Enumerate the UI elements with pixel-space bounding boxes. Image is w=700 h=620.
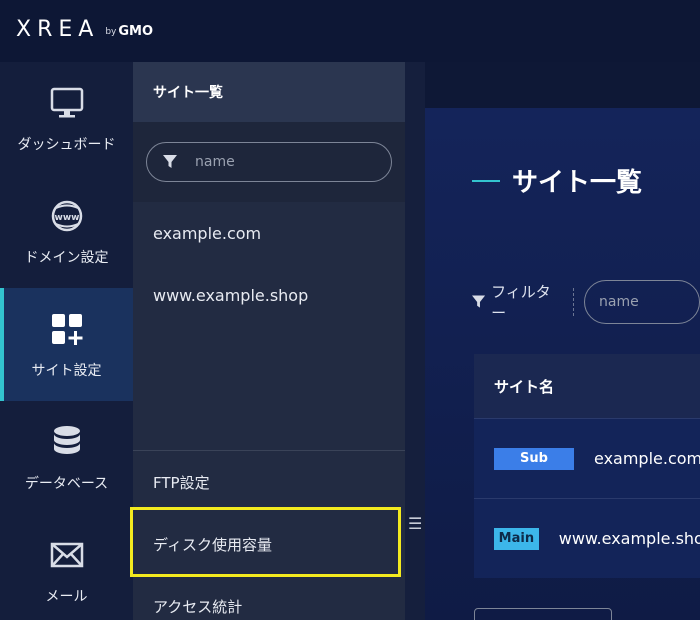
page-title: サイト一覧 [472, 162, 642, 199]
filter-icon [472, 295, 486, 308]
row-domain[interactable]: www.example.shop [559, 529, 700, 548]
nav-label-dashboard: ダッシュボード [17, 137, 116, 153]
xrea-logo[interactable]: XREA by GMO [16, 16, 153, 44]
nav-label-site-settings: サイト設定 [31, 363, 102, 379]
site-list-item[interactable]: www.example.shop [133, 264, 405, 326]
top-bar: XREA by GMO [0, 0, 700, 62]
monitor-icon [50, 86, 84, 120]
database-icon [50, 425, 84, 459]
site-add-icon [50, 312, 84, 346]
subpanel-search[interactable] [146, 142, 392, 182]
panel-collapse-handle[interactable]: ☰ [405, 62, 425, 620]
table-row[interactable]: Sub example.com [474, 418, 700, 498]
nav-label-mail: メール [45, 589, 88, 605]
row-domain[interactable]: example.com [594, 449, 700, 468]
www-globe-icon: www [50, 199, 84, 233]
filter-row: フィルター [472, 280, 700, 324]
menu-item-access-stats[interactable]: アクセス統計 [133, 575, 405, 620]
logo-gmo-text: GMO [118, 24, 154, 39]
nav-item-dashboard[interactable]: ダッシュボード [0, 62, 133, 175]
filter-field[interactable] [584, 280, 700, 324]
logo-wordmark: XREA [16, 17, 100, 42]
nav-item-site-settings[interactable]: サイト設定 [0, 288, 133, 401]
main-content: サイト一覧 フィルター サイト名 Sub example.com Main ww… [425, 62, 700, 620]
menu-item-ftp-settings[interactable]: FTP設定 [133, 451, 405, 513]
nav-item-domain-settings[interactable]: www ドメイン設定 [0, 175, 133, 288]
subpanel-title: サイト一覧 [133, 62, 405, 122]
mail-icon [50, 538, 84, 572]
table-row[interactable]: Main www.example.shop [474, 498, 700, 578]
main-inner-panel: サイト一覧 フィルター サイト名 Sub example.com Main ww… [425, 108, 700, 620]
icon-sidebar: ダッシュボード www ドメイン設定 サイト設定 データベース メール [0, 62, 133, 620]
status-badge: Main [494, 527, 539, 550]
page-title-text: サイト一覧 [512, 168, 643, 198]
nav-label-database: データベース [24, 476, 109, 492]
subpanel-search-input[interactable] [195, 154, 375, 170]
svg-text:www: www [54, 213, 79, 223]
pagination-control[interactable] [474, 608, 612, 620]
filter-label: フィルター [491, 283, 551, 322]
site-list-item[interactable]: example.com [133, 202, 405, 264]
highlight-annotation [130, 507, 401, 577]
main-top-strip [425, 62, 700, 108]
nav-label-domain-settings: ドメイン設定 [24, 250, 109, 266]
status-badge: Sub [494, 447, 574, 470]
sites-table: サイト名 Sub example.com Main www.example.sh… [474, 354, 700, 578]
logo-by-text: by [105, 27, 117, 37]
filter-input[interactable] [599, 294, 699, 310]
title-accent-dash [472, 179, 500, 182]
hamburger-icon[interactable]: ☰ [408, 514, 422, 533]
nav-item-database[interactable]: データベース [0, 401, 133, 514]
table-header-site-name: サイト名 [474, 354, 700, 418]
filter-icon [163, 155, 177, 168]
subpanel-search-area [133, 122, 405, 202]
nav-item-mail[interactable]: メール [0, 514, 133, 620]
filter-separator [573, 288, 574, 316]
